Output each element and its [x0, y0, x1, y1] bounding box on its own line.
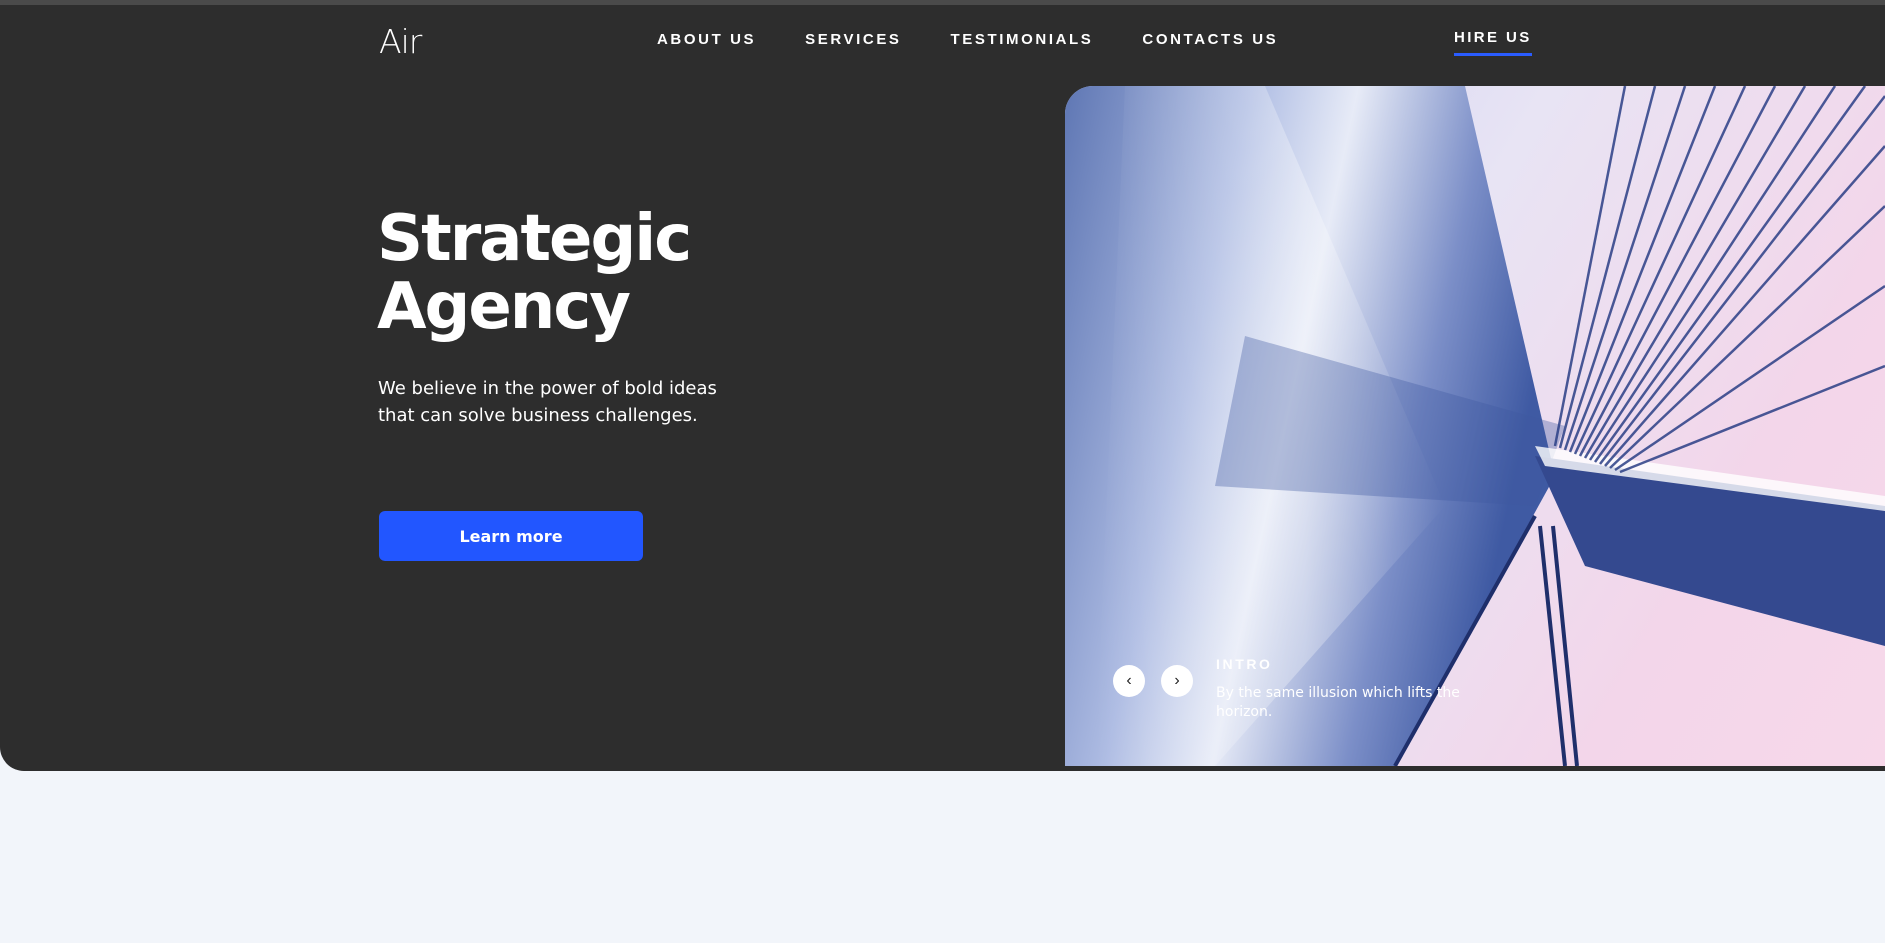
main-nav: ABOUT US SERVICES TESTIMONIALS CONTACTS …	[657, 31, 1327, 48]
bridge-illustration	[1065, 86, 1885, 766]
chevron-right-icon: ›	[1174, 672, 1180, 689]
chevron-left-icon: ‹	[1126, 672, 1132, 689]
nav-item-about-us[interactable]: ABOUT US	[657, 31, 756, 48]
slider-next-button[interactable]: ›	[1161, 665, 1193, 697]
hero-image	[1065, 86, 1885, 766]
slider-prev-button[interactable]: ‹	[1113, 665, 1145, 697]
brand-logo[interactable]: Air	[379, 22, 422, 61]
learn-more-button[interactable]: Learn more	[379, 511, 643, 561]
hero-title: Strategic Agency	[377, 202, 692, 344]
hire-us-link[interactable]: HIRE US	[1454, 29, 1532, 56]
nav-item-testimonials[interactable]: TESTIMONIALS	[951, 31, 1094, 48]
slide-caption: By the same illusion which lifts the hor…	[1216, 685, 1460, 720]
hero-subtitle: We believe in the power of bold ideas th…	[378, 378, 717, 426]
nav-item-contacts-us[interactable]: CONTACTS US	[1142, 31, 1278, 48]
slide-label: INTRO	[1216, 656, 1273, 672]
nav-item-services[interactable]: SERVICES	[805, 31, 901, 48]
